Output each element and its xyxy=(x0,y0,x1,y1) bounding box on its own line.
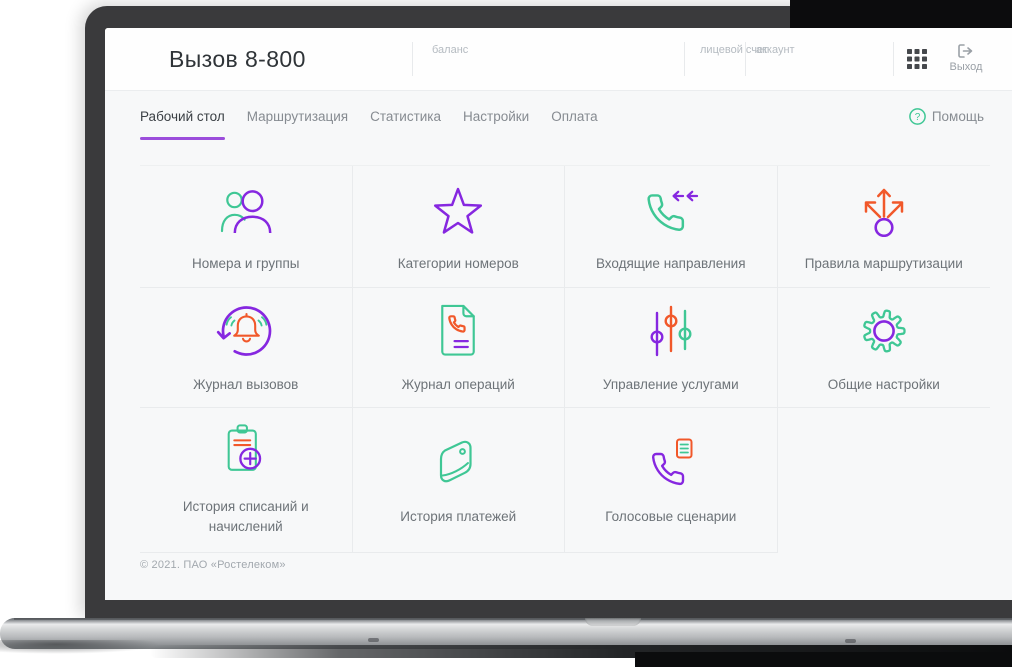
call-log-icon xyxy=(216,305,272,356)
incoming-call-icon xyxy=(647,190,698,231)
sliders-icon xyxy=(650,305,692,356)
laptop-foot xyxy=(368,638,379,642)
tile-label: Голосовые сценарии xyxy=(605,509,737,525)
tile-label: Правила маршрутизации xyxy=(804,255,963,271)
tile-service-management[interactable]: Управление услугами xyxy=(565,288,778,408)
laptop-base-shadow xyxy=(0,640,160,654)
tile-incoming-directions[interactable]: Входящие направления xyxy=(565,166,778,288)
tile-label: Номера и группы xyxy=(192,255,300,271)
app-title: Вызов 8-800 xyxy=(169,45,306,72)
help-label: Помощь xyxy=(931,109,984,124)
laptop-base-notch xyxy=(585,618,641,626)
brand[interactable]: Вызов 8-800 xyxy=(137,40,306,78)
voice-script-icon xyxy=(651,438,693,486)
tile-voice-scenarios[interactable]: Голосовые сценарии xyxy=(565,408,778,553)
app-header: Вызов 8-800 баланс лицевой счет аккаунт xyxy=(105,28,1012,91)
tile-routing-rules[interactable]: Правила маршрутизации xyxy=(777,166,990,288)
tab-routing[interactable]: Маршрутизация xyxy=(247,100,348,140)
dashboard-grid: Номера и группы Категории номеров Входящ… xyxy=(140,165,990,553)
tile-label: Общие настройки xyxy=(827,376,940,392)
balance-field[interactable]: баланс xyxy=(432,44,468,56)
tile-label: Категории номеров xyxy=(397,255,519,271)
tile-label: Управление услугами xyxy=(602,376,739,392)
tile-label: Входящие направления xyxy=(595,255,746,271)
brand-logo-icon xyxy=(137,40,158,78)
logout-icon xyxy=(958,44,973,58)
routing-arrows-icon xyxy=(864,188,903,237)
empty-grid-cell xyxy=(778,408,991,553)
account-field[interactable]: аккаунт xyxy=(756,44,795,56)
tile-numbers-groups[interactable]: Номера и группы xyxy=(140,166,353,288)
help-question-icon: ? xyxy=(908,108,926,125)
logout-button[interactable]: Выход xyxy=(943,43,989,73)
apps-grid-button[interactable] xyxy=(906,48,928,70)
svg-text:?: ? xyxy=(915,112,921,123)
laptop-screen-area: Вызов 8-800 баланс лицевой счет аккаунт xyxy=(85,6,1012,620)
tab-settings[interactable]: Настройки xyxy=(463,100,529,140)
page-background: Вызов 8-800 баланс лицевой счет аккаунт xyxy=(0,0,1012,667)
tile-call-log[interactable]: Журнал вызовов xyxy=(140,288,353,408)
tab-payment[interactable]: Оплата xyxy=(551,100,597,140)
wallet-icon xyxy=(440,440,472,483)
tile-label: История платежей xyxy=(400,509,517,525)
main-navigation: Рабочий стол Маршрутизация Статистика На… xyxy=(140,100,598,140)
apps-grid-icon xyxy=(907,49,927,69)
tile-label: Журнал вызовов xyxy=(193,376,299,392)
tile-operations-log[interactable]: Журнал операций xyxy=(352,288,565,408)
header-divider xyxy=(893,42,894,76)
tile-general-settings[interactable]: Общие настройки xyxy=(777,288,990,408)
laptop-foot xyxy=(845,639,856,643)
tile-payments-history[interactable]: История платежей xyxy=(352,408,565,553)
clipboard-plus-icon xyxy=(227,424,261,472)
laptop-base-shadow xyxy=(635,652,1012,667)
copyright: © 2021. ПАО «Ростелеком» xyxy=(140,559,286,571)
gear-icon xyxy=(862,309,906,353)
logout-label: Выход xyxy=(949,61,983,73)
laptop-screen: Вызов 8-800 баланс лицевой счет аккаунт xyxy=(105,28,1012,600)
tile-number-categories[interactable]: Категории номеров xyxy=(352,166,565,288)
header-divider xyxy=(745,42,746,76)
star-icon xyxy=(434,187,483,234)
help-button[interactable]: ? Помощь xyxy=(908,108,984,125)
tile-label: Журнал операций xyxy=(401,376,515,392)
header-divider xyxy=(684,42,685,76)
tile-charges-history[interactable]: История списаний и начислений xyxy=(140,408,353,553)
header-divider xyxy=(412,42,413,76)
users-icon xyxy=(220,189,272,233)
tab-desktop[interactable]: Рабочий стол xyxy=(140,100,225,140)
tile-label: История списаний и начислений xyxy=(182,499,309,534)
operations-log-icon xyxy=(441,305,476,356)
tab-statistics[interactable]: Статистика xyxy=(370,100,441,140)
